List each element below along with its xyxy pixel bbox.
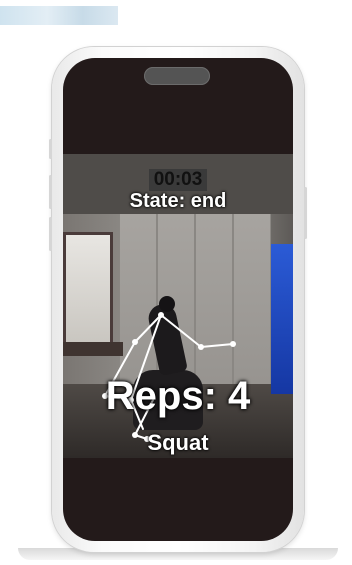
phone-screen: 00:03 State: end Reps: 4 Squat [63, 58, 293, 541]
decorative-strip [0, 6, 118, 25]
pose-state-label: State: end [129, 190, 227, 212]
joint-wrist [230, 341, 236, 347]
joint-shoulder-back [132, 339, 138, 345]
action-button [49, 139, 52, 159]
power-button [304, 187, 307, 239]
dynamic-island [144, 67, 210, 85]
exercise-name: Squat [147, 430, 209, 455]
joint-shoulder [158, 312, 164, 318]
skeleton-forearm [200, 343, 234, 348]
rep-counter: Reps: 4 [105, 374, 251, 418]
workout-timer: 00:03 [153, 169, 203, 190]
joint-elbow [198, 344, 204, 350]
skeleton-upper-arm [160, 314, 202, 348]
volume-up-button [49, 175, 52, 209]
volume-down-button [49, 217, 52, 251]
phone-frame: 00:03 State: end Reps: 4 Squat [49, 47, 307, 552]
